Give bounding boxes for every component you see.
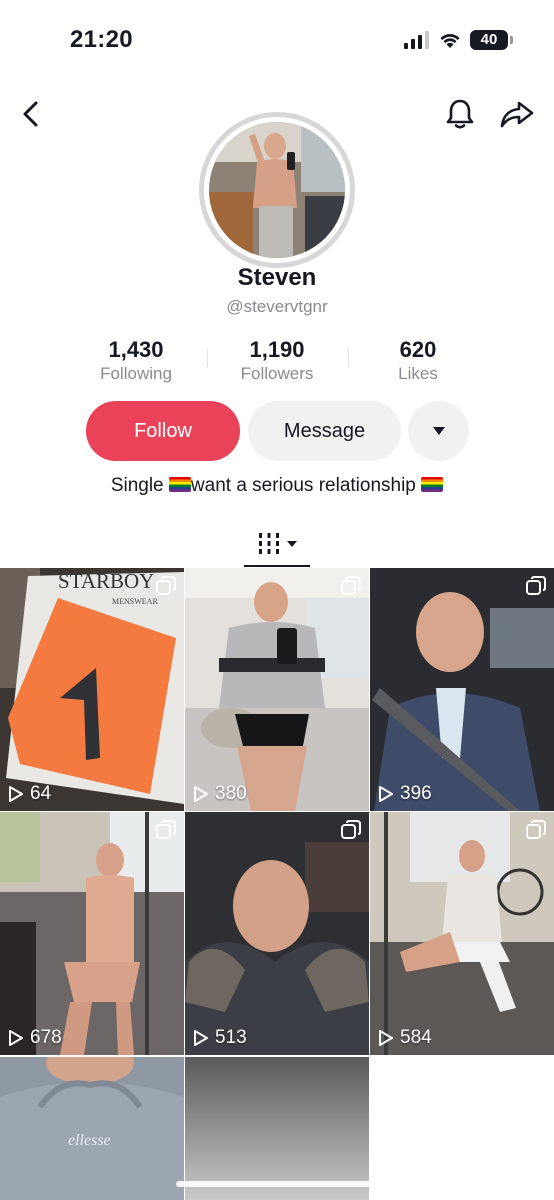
play-icon (194, 786, 208, 802)
profile-stats: 1,430 Following 1,190 Followers 620 Like… (0, 337, 554, 387)
video-thumbnail (0, 812, 184, 1055)
bell-icon (446, 99, 474, 129)
rainbow-flag-icon (168, 477, 191, 492)
view-count-value: 380 (215, 783, 247, 804)
play-icon (194, 1030, 208, 1046)
play-icon (379, 1030, 393, 1046)
profile-bio: Single want a serious relationship (0, 475, 554, 497)
view-count: 64 (8, 783, 51, 805)
view-count: 513 (193, 1027, 247, 1049)
thumb-sub-text: MENSWEAR (112, 597, 158, 606)
video-tile[interactable]: 678 (0, 812, 184, 1055)
content-tabs (0, 520, 554, 568)
view-count-value: 584 (400, 1027, 432, 1048)
stat-following-value: 1,430 (108, 337, 164, 362)
thumb-hoodie-text: ellesse (68, 1132, 111, 1149)
caret-down-icon (432, 427, 445, 435)
profile-name: Steven (237, 264, 317, 291)
back-button[interactable] (14, 96, 50, 132)
video-tile[interactable]: 513 (185, 812, 369, 1055)
stat-following-label: Following (100, 364, 172, 383)
stat-likes-label: Likes (398, 364, 438, 383)
multi-photo-icon (526, 576, 546, 595)
video-thumbnail (185, 1057, 369, 1200)
video-tile[interactable]: STARBOY MENSWEAR 64 (0, 568, 184, 811)
view-count-value: 678 (30, 1027, 62, 1048)
cellular-signal-icon (404, 31, 429, 49)
tab-active-indicator (244, 565, 310, 567)
avatar-photo (209, 122, 345, 258)
caret-down-icon (286, 541, 297, 547)
video-thumbnail (185, 812, 369, 1055)
video-thumbnail: ellesse (0, 1057, 184, 1200)
multi-photo-icon (156, 820, 176, 839)
play-icon (9, 786, 23, 802)
video-tile[interactable]: 380 (185, 568, 369, 811)
view-count: 678 (8, 1027, 62, 1049)
bio-text-end: want a serious relationship (190, 475, 422, 496)
view-count-value: 64 (30, 783, 52, 804)
multi-photo-icon (156, 576, 176, 595)
battery-indicator: 40 (470, 30, 513, 50)
bio-text-start: Single (110, 475, 169, 496)
view-count: 380 (193, 783, 247, 805)
follow-button[interactable]: Follow (86, 401, 240, 461)
video-thumbnail (185, 568, 369, 811)
grid-bars-icon (258, 533, 279, 554)
notifications-button[interactable] (442, 96, 478, 132)
video-thumbnail (370, 812, 554, 1055)
play-icon (9, 1030, 23, 1046)
video-thumbnail: STARBOY MENSWEAR (0, 568, 184, 811)
stat-likes-value: 620 (399, 337, 437, 362)
stat-followers[interactable]: 1,190 Followers (207, 337, 347, 385)
message-button[interactable]: Message (248, 401, 401, 461)
more-options-button[interactable] (408, 401, 469, 461)
view-count: 396 (378, 783, 432, 805)
wifi-icon (440, 34, 460, 48)
multi-photo-icon (341, 820, 361, 839)
stat-followers-label: Followers (240, 364, 314, 383)
multi-photo-icon (341, 576, 361, 595)
video-tile[interactable]: 584 (370, 812, 554, 1055)
video-thumbnail (370, 568, 554, 811)
thumb-brand-text: STARBOY (58, 569, 154, 593)
video-tile[interactable]: ellesse (0, 1057, 184, 1200)
play-icon (379, 786, 393, 802)
chevron-left-icon (23, 101, 38, 127)
avatar[interactable] (199, 112, 355, 268)
video-tile[interactable] (185, 1057, 369, 1200)
profile-handle: @stevervtgnr (226, 297, 328, 316)
view-count: 584 (378, 1027, 432, 1049)
share-button[interactable] (498, 96, 536, 132)
rainbow-flag-icon (421, 477, 444, 492)
status-time: 21:20 (70, 26, 133, 53)
status-icons: 40 (404, 30, 513, 50)
view-count-value: 396 (400, 783, 432, 804)
multi-photo-icon (526, 820, 546, 839)
view-count-value: 513 (215, 1027, 247, 1048)
share-arrow-icon (500, 101, 534, 128)
video-tile[interactable]: 396 (370, 568, 554, 811)
stat-likes[interactable]: 620 Likes (348, 337, 488, 385)
tab-videos[interactable] (244, 520, 310, 568)
stat-followers-value: 1,190 (249, 337, 305, 362)
home-indicator[interactable] (176, 1181, 376, 1187)
stat-following[interactable]: 1,430 Following (66, 337, 206, 385)
status-bar: 21:20 40 (0, 0, 554, 80)
